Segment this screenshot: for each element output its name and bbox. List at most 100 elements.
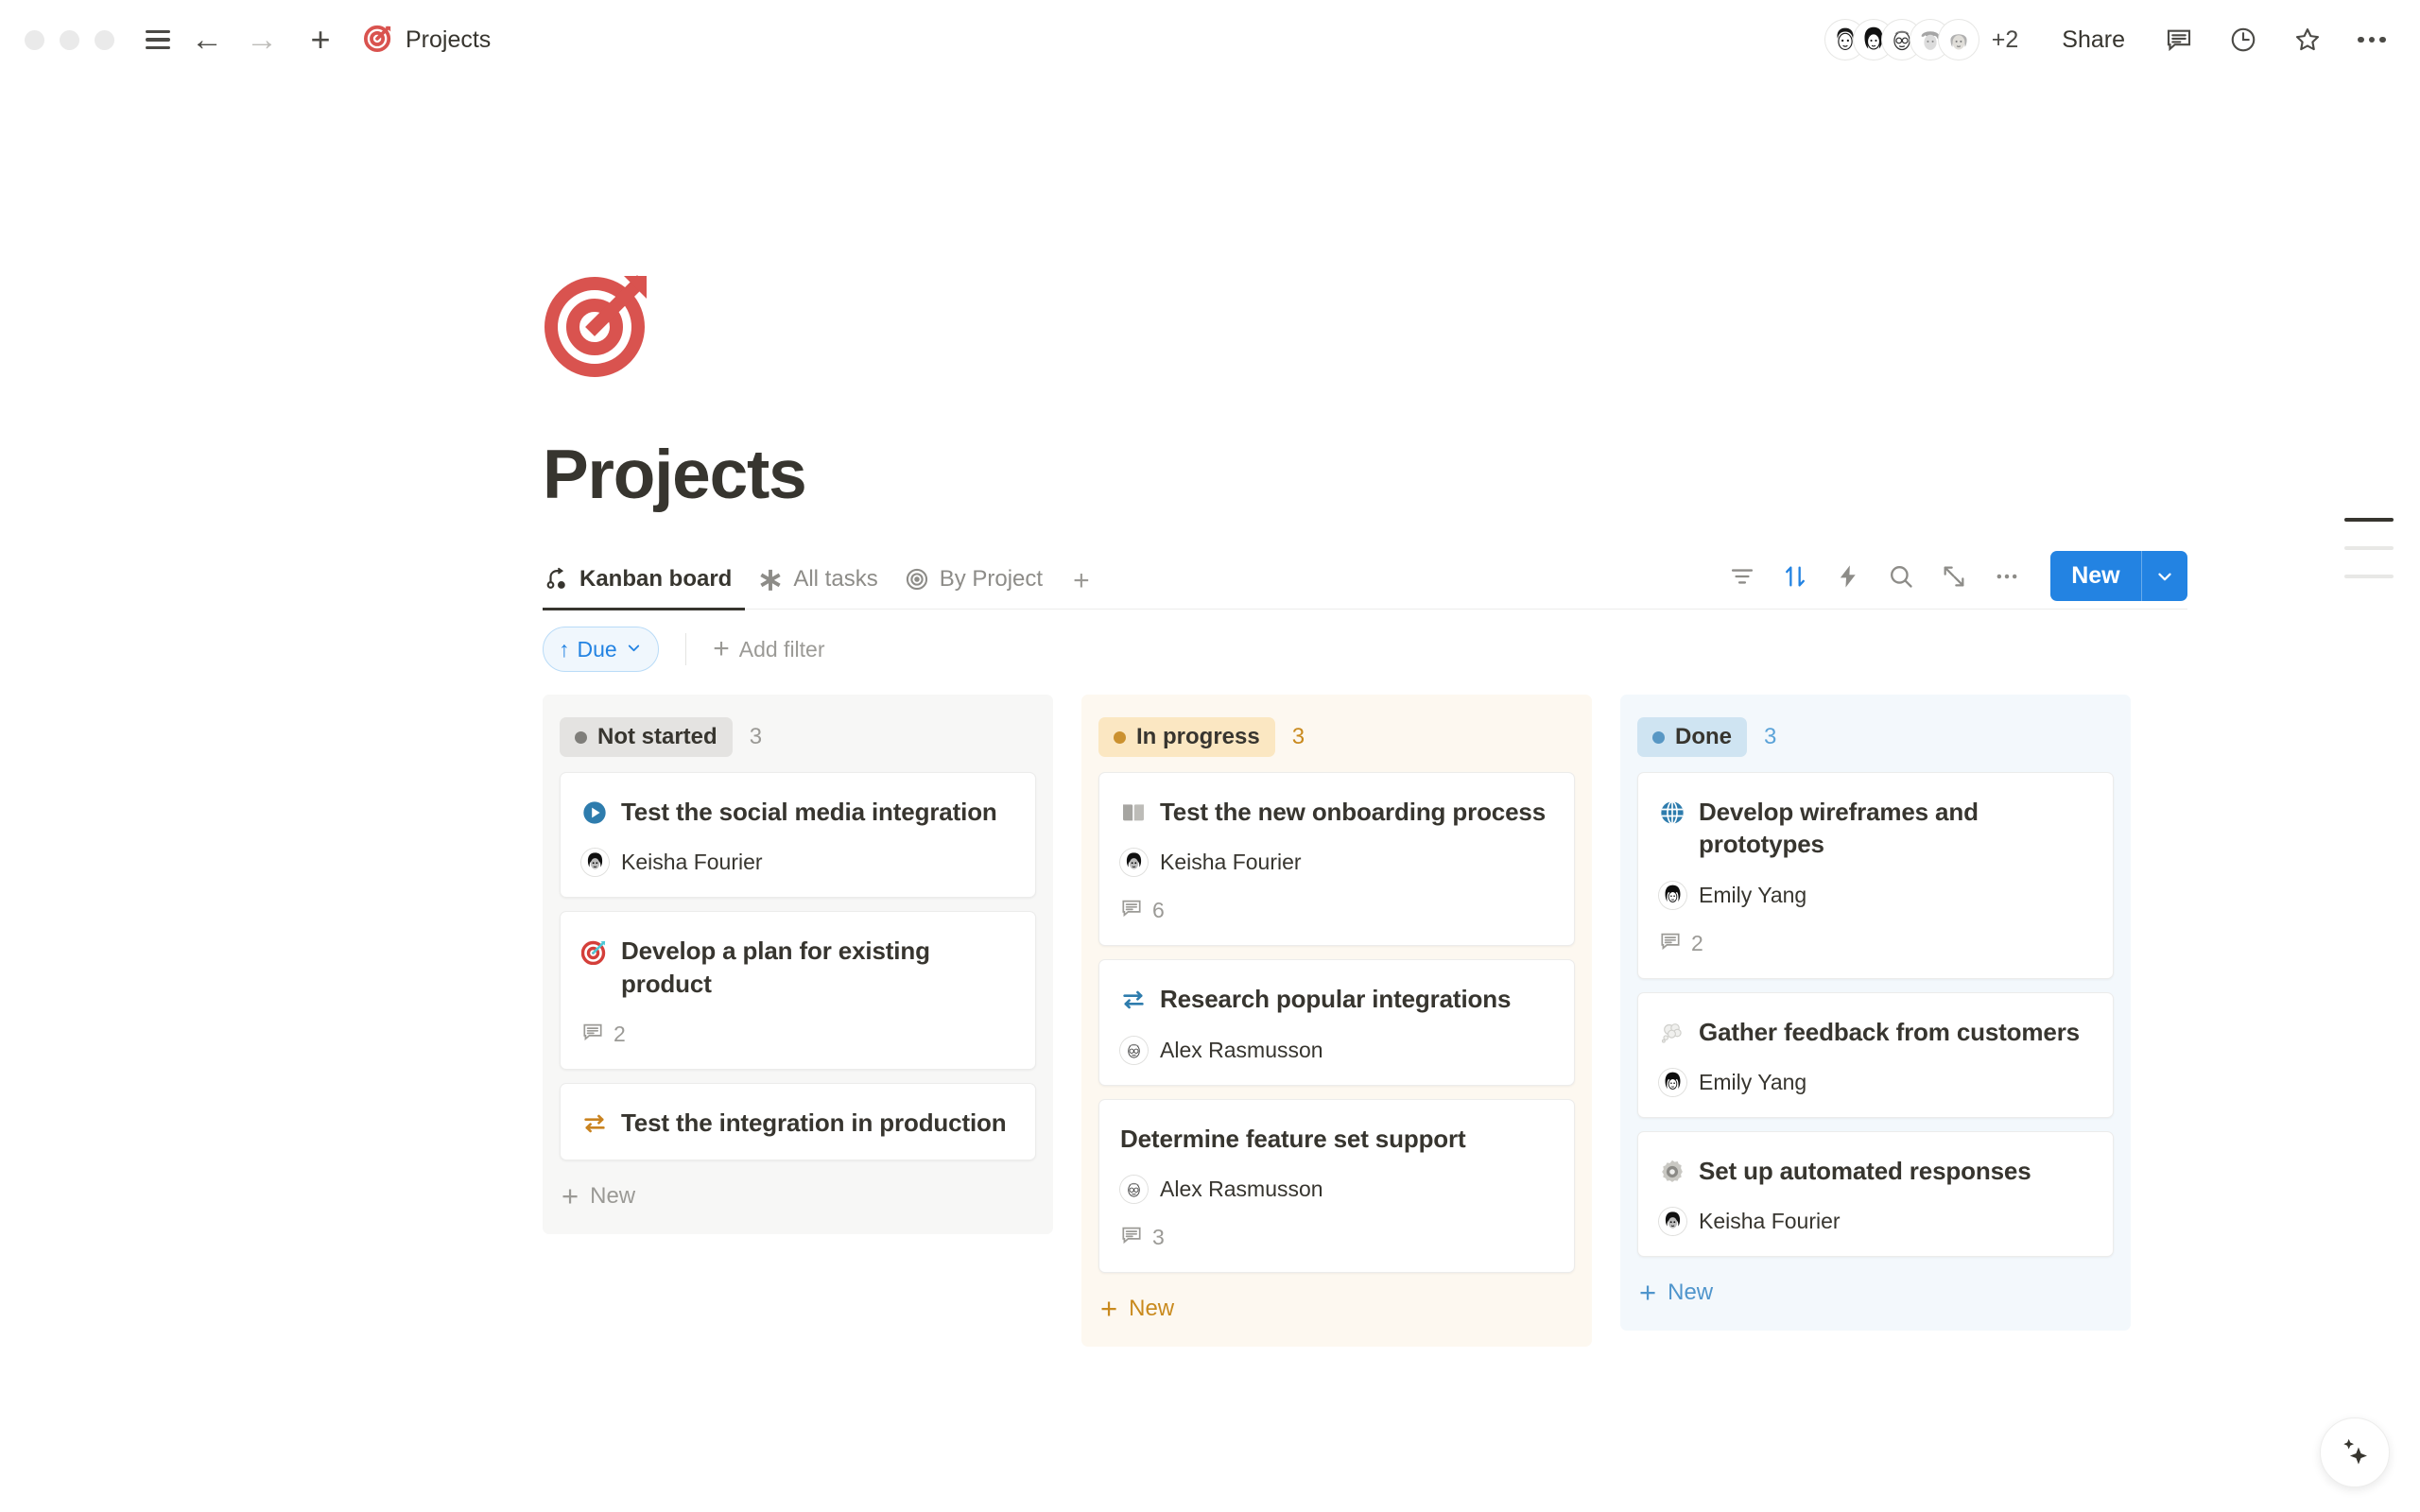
add-card-label: New — [1129, 1296, 1174, 1322]
status-dot — [575, 731, 587, 744]
card-title: Set up automated responses — [1699, 1155, 2031, 1187]
task-card[interactable]: Gather feedback from customers Emily Yan… — [1637, 992, 2114, 1118]
chevron-down-icon[interactable] — [2142, 551, 2187, 601]
status-badge[interactable]: In progress — [1098, 717, 1275, 757]
add-card-button[interactable]: + New — [543, 1160, 1053, 1234]
card-comment-count[interactable]: 2 — [1659, 930, 2092, 957]
expand-icon[interactable] — [1927, 553, 1980, 600]
chevron-down-icon — [625, 637, 643, 662]
new-button-label[interactable]: New — [2050, 551, 2140, 601]
tab-kanban-board[interactable]: Kanban board — [543, 552, 745, 610]
assignee-name: Emily Yang — [1699, 1070, 1806, 1095]
kanban-icon — [544, 567, 569, 592]
tab-label: By Project — [940, 566, 1043, 593]
avatar — [1120, 849, 1148, 876]
card-assignee[interactable]: Emily Yang — [1659, 882, 2092, 909]
add-filter-label: Add filter — [739, 637, 825, 662]
play-circle-icon — [581, 799, 608, 826]
card-assignee[interactable]: Emily Yang — [1659, 1069, 2092, 1096]
dart-target-icon — [581, 938, 608, 965]
comment-icon — [1120, 1224, 1143, 1251]
add-card-label: New — [1668, 1280, 1713, 1306]
avatar — [1659, 882, 1686, 909]
task-card[interactable]: Determine feature set support Alex Rasmu… — [1098, 1099, 1575, 1273]
card-assignee[interactable]: Keisha Fourier — [1120, 849, 1553, 876]
status-badge[interactable]: Not started — [560, 717, 733, 757]
lightning-icon[interactable] — [1822, 553, 1875, 600]
task-card[interactable]: Test the integration in production — [560, 1083, 1036, 1160]
card-title-row: Test the new onboarding process — [1120, 796, 1553, 828]
card-assignee[interactable]: Keisha Fourier — [581, 849, 1014, 876]
more-horizontal-icon[interactable] — [1980, 553, 2033, 600]
asterisk-icon — [758, 567, 783, 592]
task-card[interactable]: Set up automated responses Keisha Fourie… — [1637, 1131, 2114, 1257]
assignee-name: Emily Yang — [1699, 883, 1806, 908]
assignee-name: Alex Rasmusson — [1160, 1038, 1323, 1063]
status-dot — [1652, 731, 1665, 744]
filter-icon[interactable] — [1716, 553, 1769, 600]
add-card-button[interactable]: + New — [1081, 1273, 1592, 1347]
avatar — [1120, 1176, 1148, 1203]
plus-icon: + — [1100, 1297, 1117, 1321]
sort-icon[interactable] — [1769, 553, 1822, 600]
card-title-row: Develop a plan for existing product — [581, 935, 1014, 1000]
tab-all-tasks[interactable]: All tasks — [745, 552, 890, 610]
card-assignee[interactable]: Alex Rasmusson — [1120, 1176, 1553, 1203]
table-of-contents-icon[interactable] — [2344, 518, 2394, 578]
card-title-row: Gather feedback from customers — [1659, 1016, 2092, 1048]
column-header[interactable]: Done 3 — [1620, 695, 2131, 772]
tab-label: All tasks — [793, 566, 877, 593]
add-view-button[interactable]: + — [1056, 565, 1107, 597]
avatar — [1659, 1069, 1686, 1096]
card-title-row: Test the social media integration — [581, 796, 1014, 828]
swap-arrows-blue-icon — [1120, 987, 1147, 1013]
page-target-icon[interactable] — [543, 265, 656, 378]
column-header[interactable]: In progress 3 — [1081, 695, 1592, 772]
card-title: Test the integration in production — [621, 1107, 1007, 1139]
add-card-button[interactable]: + New — [1620, 1257, 2131, 1331]
card-comment-count[interactable]: 3 — [1120, 1224, 1553, 1251]
card-title: Develop wireframes and prototypes — [1699, 796, 2092, 861]
status-dot — [1114, 731, 1126, 744]
assignee-name: Keisha Fourier — [621, 850, 763, 875]
open-book-icon — [1120, 799, 1147, 826]
plus-icon: + — [1639, 1281, 1656, 1305]
new-button[interactable]: New — [2050, 551, 2187, 601]
card-title-row: Test the integration in production — [581, 1107, 1014, 1139]
add-filter-button[interactable]: + Add filter — [713, 635, 824, 663]
task-card[interactable]: Test the new onboarding process Keisha F… — [1098, 772, 1575, 946]
status-badge[interactable]: Done — [1637, 717, 1747, 757]
board-column-in-progress: In progress 3 Test the new onboarding pr… — [1081, 695, 1592, 1347]
column-count: 3 — [750, 724, 762, 750]
card-comment-count[interactable]: 6 — [1120, 897, 1553, 924]
tab-by-project[interactable]: By Project — [891, 552, 1056, 610]
globe-icon — [1659, 799, 1685, 826]
comment-icon — [1659, 930, 1682, 957]
page-title: Projects — [543, 440, 2187, 509]
card-title: Test the new onboarding process — [1160, 796, 1546, 828]
status-label: Done — [1675, 724, 1732, 750]
card-title-row: Determine feature set support — [1120, 1123, 1553, 1155]
board-column-not-started: Not started 3 Test the social media inte… — [543, 695, 1053, 1234]
card-title: Research popular integrations — [1160, 983, 1511, 1015]
card-assignee[interactable]: Keisha Fourier — [1659, 1208, 2092, 1235]
thought-bubble-icon — [1659, 1020, 1685, 1046]
sort-due-pill[interactable]: ↑ Due — [543, 627, 659, 672]
target-rings-icon — [905, 567, 929, 592]
search-icon[interactable] — [1875, 553, 1927, 600]
task-card[interactable]: Develop wireframes and prototypes Emily … — [1637, 772, 2114, 979]
task-card[interactable]: Research popular integrations Alex Rasmu… — [1098, 959, 1575, 1085]
column-header[interactable]: Not started 3 — [543, 695, 1053, 772]
status-label: Not started — [597, 724, 717, 750]
task-card[interactable]: Test the social media integration Keisha… — [560, 772, 1036, 898]
ai-sparkle-icon[interactable] — [2320, 1418, 2390, 1487]
task-card[interactable]: Develop a plan for existing product 2 — [560, 911, 1036, 1070]
plus-icon: + — [713, 635, 730, 663]
card-assignee[interactable]: Alex Rasmusson — [1120, 1037, 1553, 1064]
comment-count: 2 — [614, 1022, 626, 1047]
comment-icon — [1120, 897, 1143, 924]
divider — [685, 633, 687, 665]
column-count: 3 — [1292, 724, 1305, 750]
card-title-row: Set up automated responses — [1659, 1155, 2092, 1187]
card-comment-count[interactable]: 2 — [581, 1021, 1014, 1048]
